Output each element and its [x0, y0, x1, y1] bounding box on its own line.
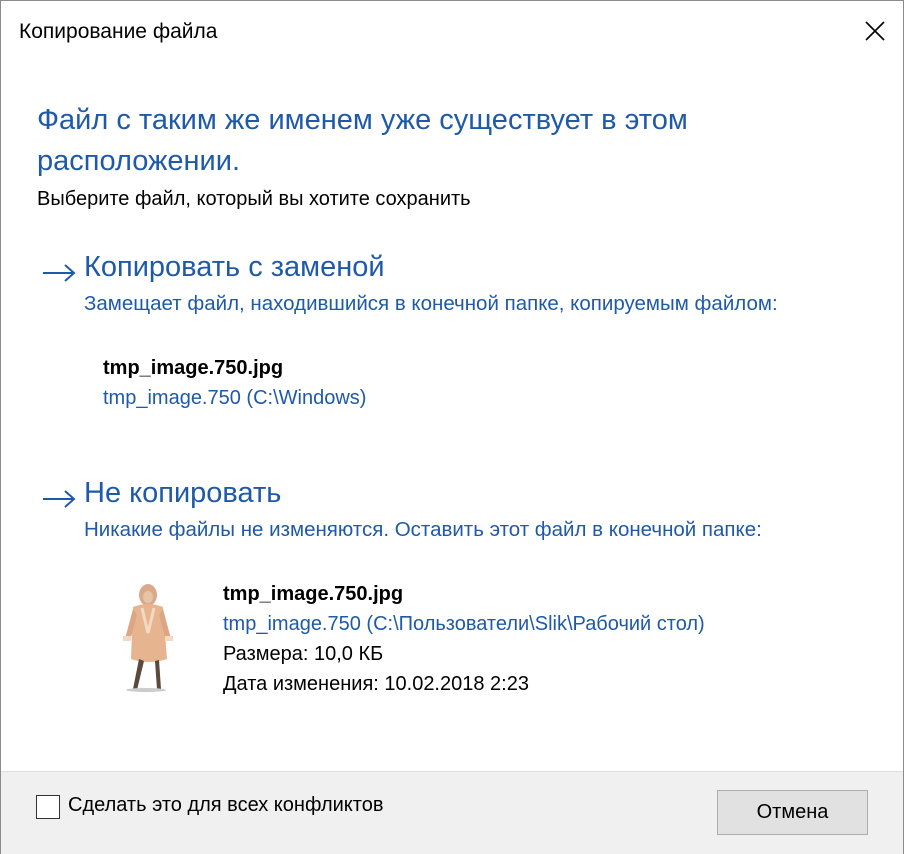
skip-option-description: Никакие файлы не изменяются. Оставить эт…: [84, 518, 762, 541]
close-icon: [865, 21, 885, 41]
cancel-button[interactable]: Отмена: [717, 790, 868, 835]
arrow-right-icon: [43, 490, 76, 508]
image-thumbnail: [123, 584, 173, 692]
replace-file-name: tmp_image.750.jpg: [103, 357, 284, 379]
replace-file-path: tmp_image.750 (C:\Windows): [103, 387, 367, 409]
conflict-instruction: Выберите файл, который вы хотите сохрани…: [37, 188, 471, 210]
skip-file-path: tmp_image.750 (C:\Пользователи\Slik\Рабо…: [223, 613, 705, 635]
replace-option-description: Замещает файл, находившийся в конечной п…: [84, 292, 778, 315]
skip-option-title: Не копировать: [84, 477, 282, 509]
apply-to-all-checkbox[interactable]: [36, 795, 60, 819]
skip-file-size: Размера: 10,0 КБ: [223, 643, 384, 665]
copy-file-dialog: Копирование файла Файл с таким же именем…: [0, 0, 904, 854]
replace-option[interactable]: Копировать с заменой Замещает файл, нахо…: [37, 251, 857, 431]
skip-file-modified: Дата изменения: 10.02.2018 2:23: [223, 673, 529, 695]
conflict-heading: Файл с таким же именем уже существует в …: [37, 104, 688, 177]
replace-option-title: Копировать с заменой: [84, 251, 385, 283]
skip-file-name: tmp_image.750.jpg: [223, 583, 404, 605]
close-button[interactable]: [857, 13, 893, 49]
dialog-title: Копирование файла: [19, 20, 218, 43]
arrow-right-icon: [43, 264, 76, 282]
dialog-footer: Сделать это для всех конфликтов Отмена: [1, 771, 903, 854]
apply-to-all-label[interactable]: Сделать это для всех конфликтов: [68, 794, 383, 817]
